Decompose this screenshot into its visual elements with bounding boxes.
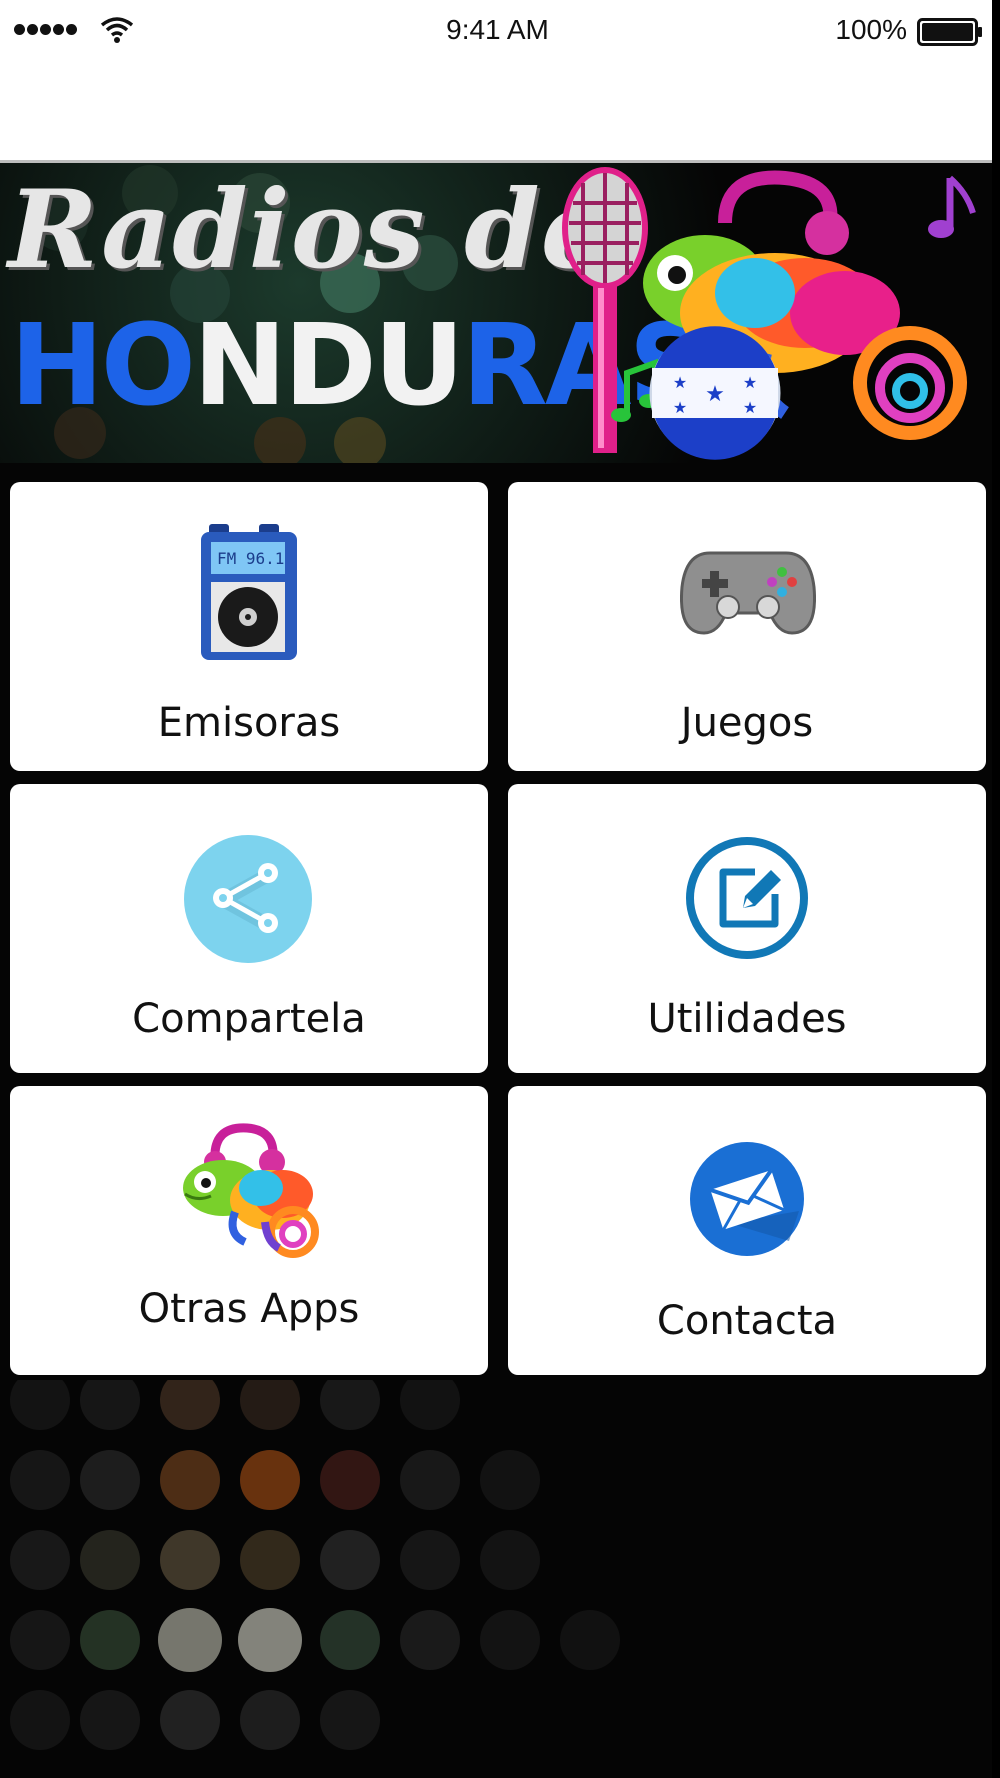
compartela-label: Compartela — [10, 996, 488, 1042]
status-bar: 9:41 AM 100% — [0, 0, 995, 163]
juegos-button[interactable]: Juegos — [508, 482, 986, 771]
svg-text:★: ★ — [743, 398, 757, 417]
microphone-icon — [565, 170, 645, 453]
radio-icon: FM 96.1 — [197, 522, 301, 662]
mail-icon — [689, 1141, 805, 1257]
bokeh-background — [0, 1380, 995, 1778]
window-edge — [992, 0, 1000, 1778]
svg-text:★: ★ — [743, 373, 757, 392]
utilidades-label: Utilidades — [508, 996, 986, 1042]
otras-apps-button[interactable]: Otras Apps — [10, 1086, 488, 1375]
contacta-button[interactable]: Contacta — [508, 1086, 986, 1375]
contacta-label: Contacta — [508, 1298, 986, 1344]
header-banner: Radios de HONDURAS — [0, 163, 995, 463]
emisoras-button[interactable]: FM 96.1 Emisoras — [10, 482, 488, 771]
share-icon — [183, 834, 313, 964]
svg-text:★: ★ — [673, 398, 687, 417]
svg-text:★: ★ — [673, 373, 687, 392]
honduras-flag-icon: ★ ★ ★ ★ ★ — [651, 326, 779, 459]
app-screen: 9:41 AM 100% Radios de HONDURAS — [0, 0, 1000, 1778]
compartela-button[interactable]: Compartela — [10, 784, 488, 1073]
edit-icon — [685, 836, 809, 960]
gamepad-icon — [680, 547, 816, 639]
chameleon-icon — [175, 1122, 325, 1262]
juegos-label: Juegos — [508, 700, 986, 746]
title-part-ndu: NDU — [193, 301, 462, 431]
battery-percentage: 100% — [835, 14, 907, 46]
banner-art: ★ ★ ★ ★ ★ — [555, 163, 995, 463]
svg-text:FM 96.1: FM 96.1 — [217, 549, 284, 568]
svg-text:★: ★ — [705, 382, 725, 407]
banner-title-line1: Radios de — [8, 167, 610, 293]
utilidades-button[interactable]: Utilidades — [508, 784, 986, 1073]
otras-apps-label: Otras Apps — [10, 1286, 488, 1332]
title-part-ho: HO — [10, 301, 193, 431]
emisoras-label: Emisoras — [10, 700, 488, 746]
battery-icon — [917, 18, 983, 46]
